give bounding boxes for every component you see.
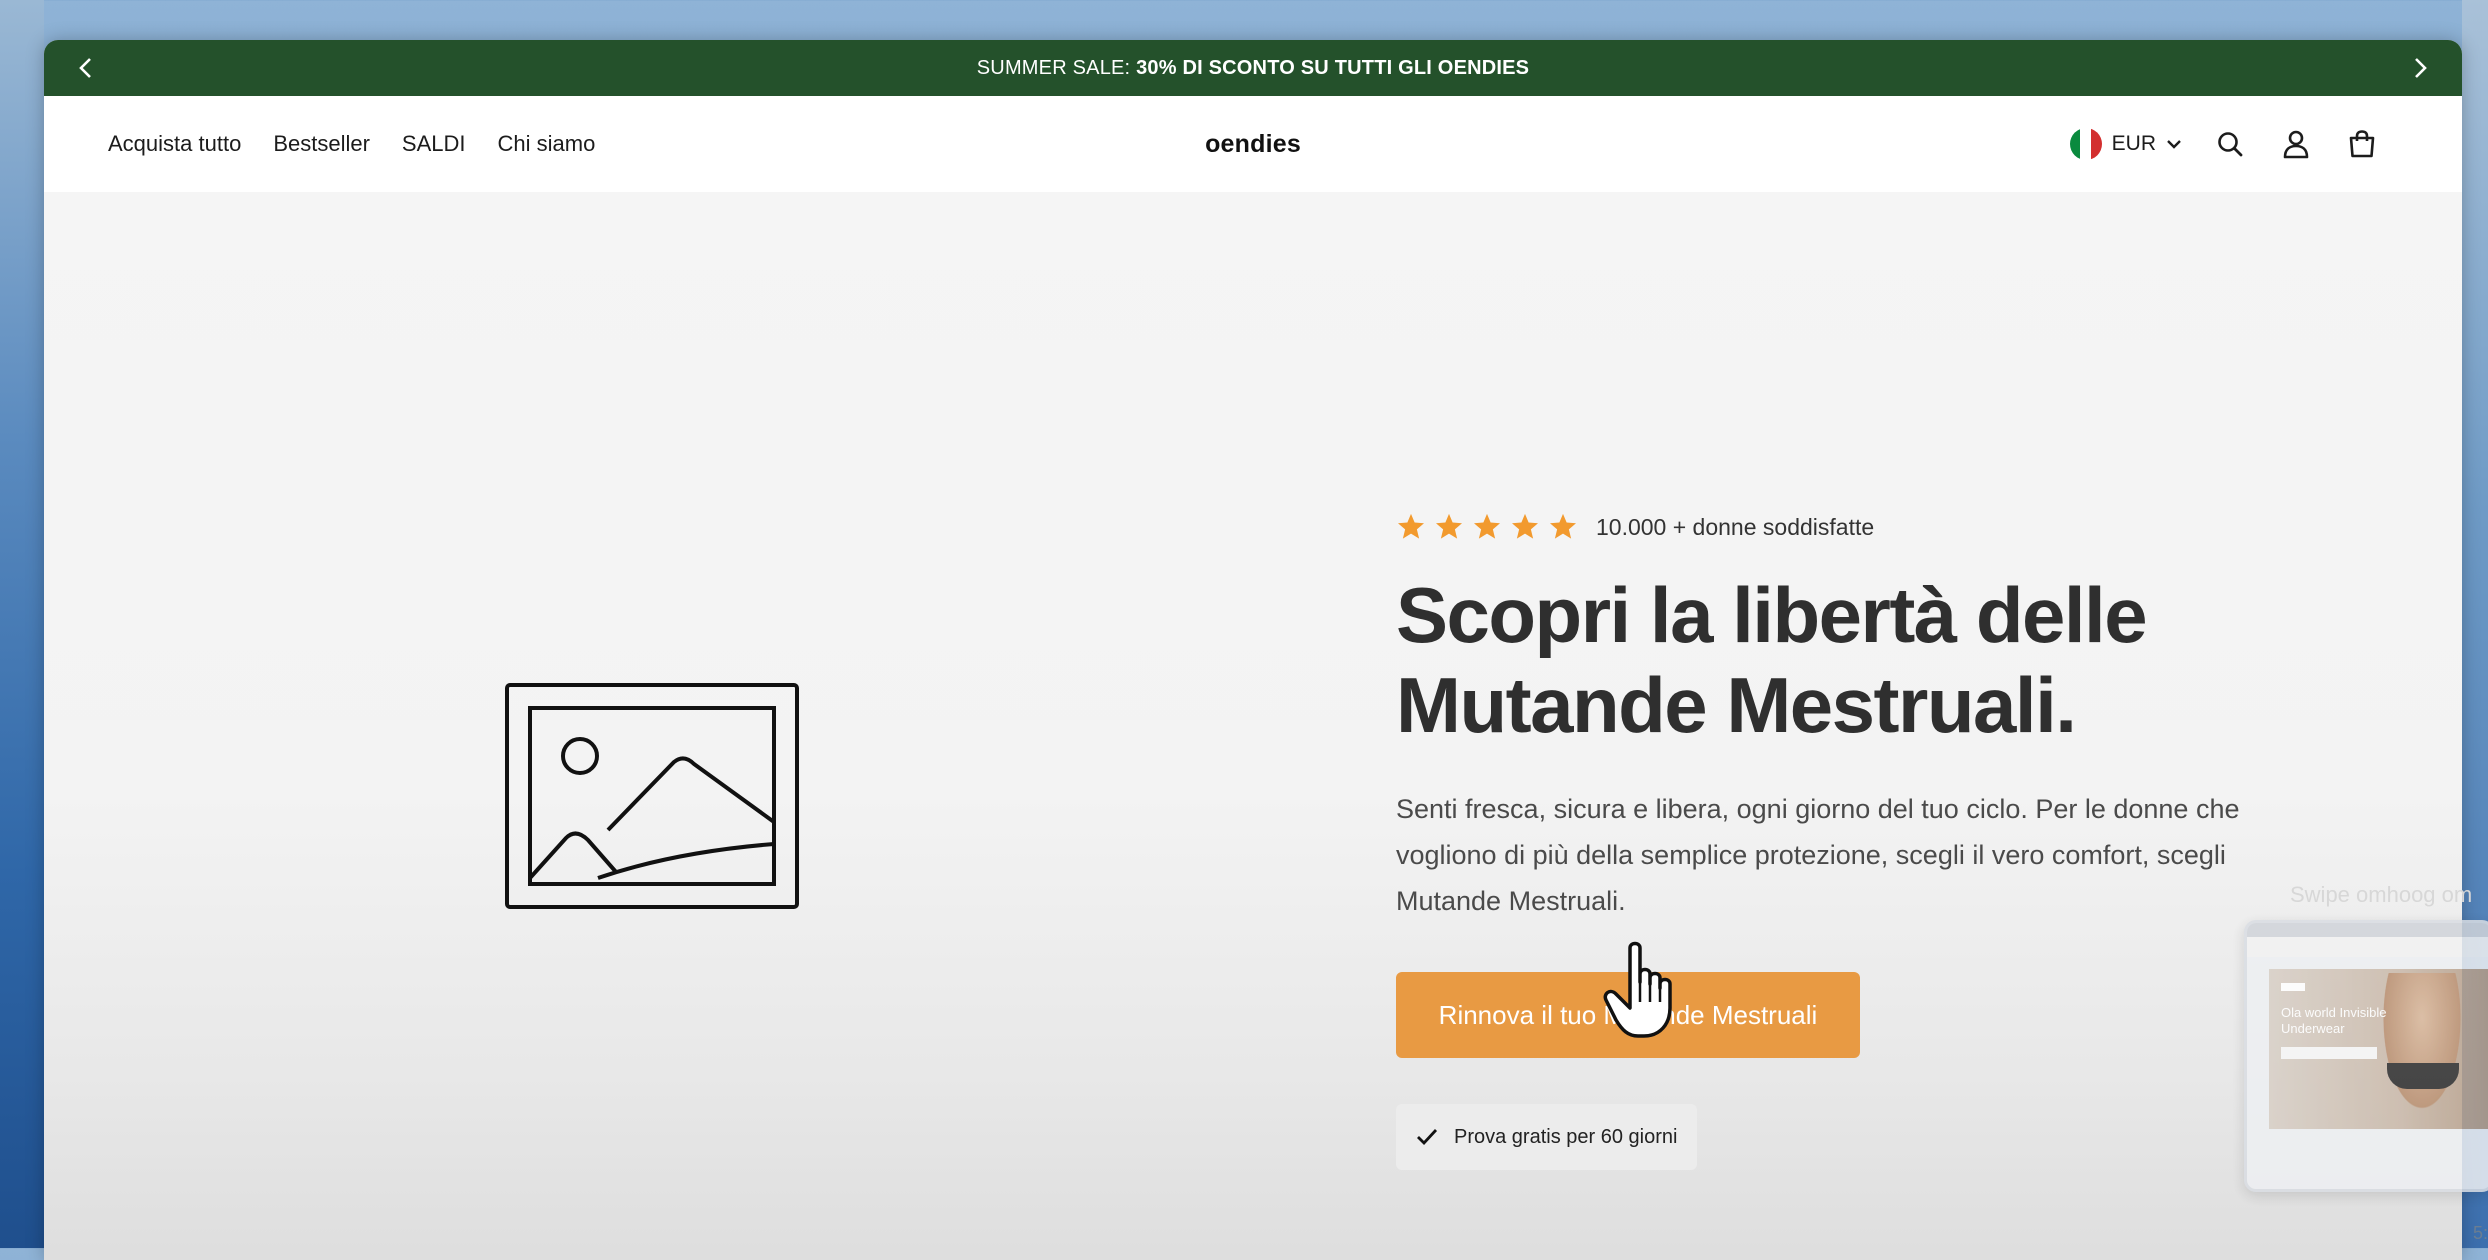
hero-description: Senti fresca, sicura e libera, ogni gior… [1396,794,2240,916]
app-switcher-thumbnail[interactable]: Ola world Invisible Underwear [2244,920,2488,1192]
chevron-down-icon [2167,140,2181,149]
cart-icon[interactable] [2344,126,2380,162]
star-icon [1398,513,1424,539]
chevron-right-icon[interactable] [2392,40,2448,96]
headline-line-2: Mutande Mestruali. [1396,661,2077,749]
thumbnail-headline: Ola world Invisible Underwear [2281,1005,2387,1036]
account-icon[interactable] [2278,126,2314,162]
desktop-background-left [0,0,44,1248]
checkmark-icon [1417,1129,1438,1146]
star-icon [1550,513,1576,539]
nav-link-acquista-tutto[interactable]: Acquista tutto [108,131,241,157]
rating-stars [1396,512,1578,542]
nav-link-bestseller[interactable]: Bestseller [273,131,370,157]
search-icon[interactable] [2212,126,2248,162]
site-logo[interactable]: oendies [1205,130,1301,159]
nav-link-saldi[interactable]: SALDI [402,131,466,157]
star-icon [1474,513,1500,539]
nav-link-chi-siamo[interactable]: Chi siamo [498,131,596,157]
nav-links: Acquista tutto Bestseller SALDI Chi siam… [108,131,595,157]
thumbnail-underwear [2387,1063,2459,1089]
star-icon [1512,513,1538,539]
italy-flag-icon [2069,128,2102,160]
announcement-prefix: SUMMER SALE: [976,56,1131,79]
nav-actions: EUR [2069,126,2380,162]
thumbnail-tag [2281,983,2305,991]
free-trial-badge: Prova gratis per 60 giorni [1396,1104,1698,1170]
chevron-left-icon[interactable] [58,40,114,96]
currency-selector[interactable]: EUR [2069,128,2182,160]
image-placeholder-icon [505,683,799,909]
rating: 10.000 + donne soddisfatte [1396,512,2296,542]
headline-line-1: Scopri la libertà delle [1396,571,2148,659]
rating-text: 10.000 + donne soddisfatte [1596,513,1875,540]
currency-label: EUR [2111,132,2156,155]
thumbnail-text: Ola world Invisible Underwear [2281,983,2391,1059]
announcement-bar: SUMMER SALE: 30% DI SCONTO SU TUTTI GLI … [44,40,2462,96]
swipe-hint: Swipe omhoog om [2290,882,2473,907]
hero-headline: Scopri la libertà delle Mutande Mestrual… [1396,570,2296,750]
main-navigation: Acquista tutto Bestseller SALDI Chi siam… [44,96,2462,192]
star-icon [1436,513,1462,539]
thumbnail-topbar [2247,923,2488,937]
hero-section: 10.000 + donne soddisfatte Scopri la lib… [44,192,2462,1260]
announcement-highlight: 30% DI SCONTO SU TUTTI GLI OENDIES [1136,56,1530,79]
browser-window: SUMMER SALE: 30% DI SCONTO SU TUTTI GLI … [44,40,2462,1260]
free-trial-text: Prova gratis per 60 giorni [1454,1125,1678,1148]
thumbnail-button [2281,1047,2377,1059]
thumbnail-nav [2247,937,2488,957]
hero-content: 10.000 + donne soddisfatte Scopri la lib… [1396,512,2296,1170]
corner-time: 5: [2472,1223,2488,1243]
hand-cursor-icon [1603,941,1672,1038]
